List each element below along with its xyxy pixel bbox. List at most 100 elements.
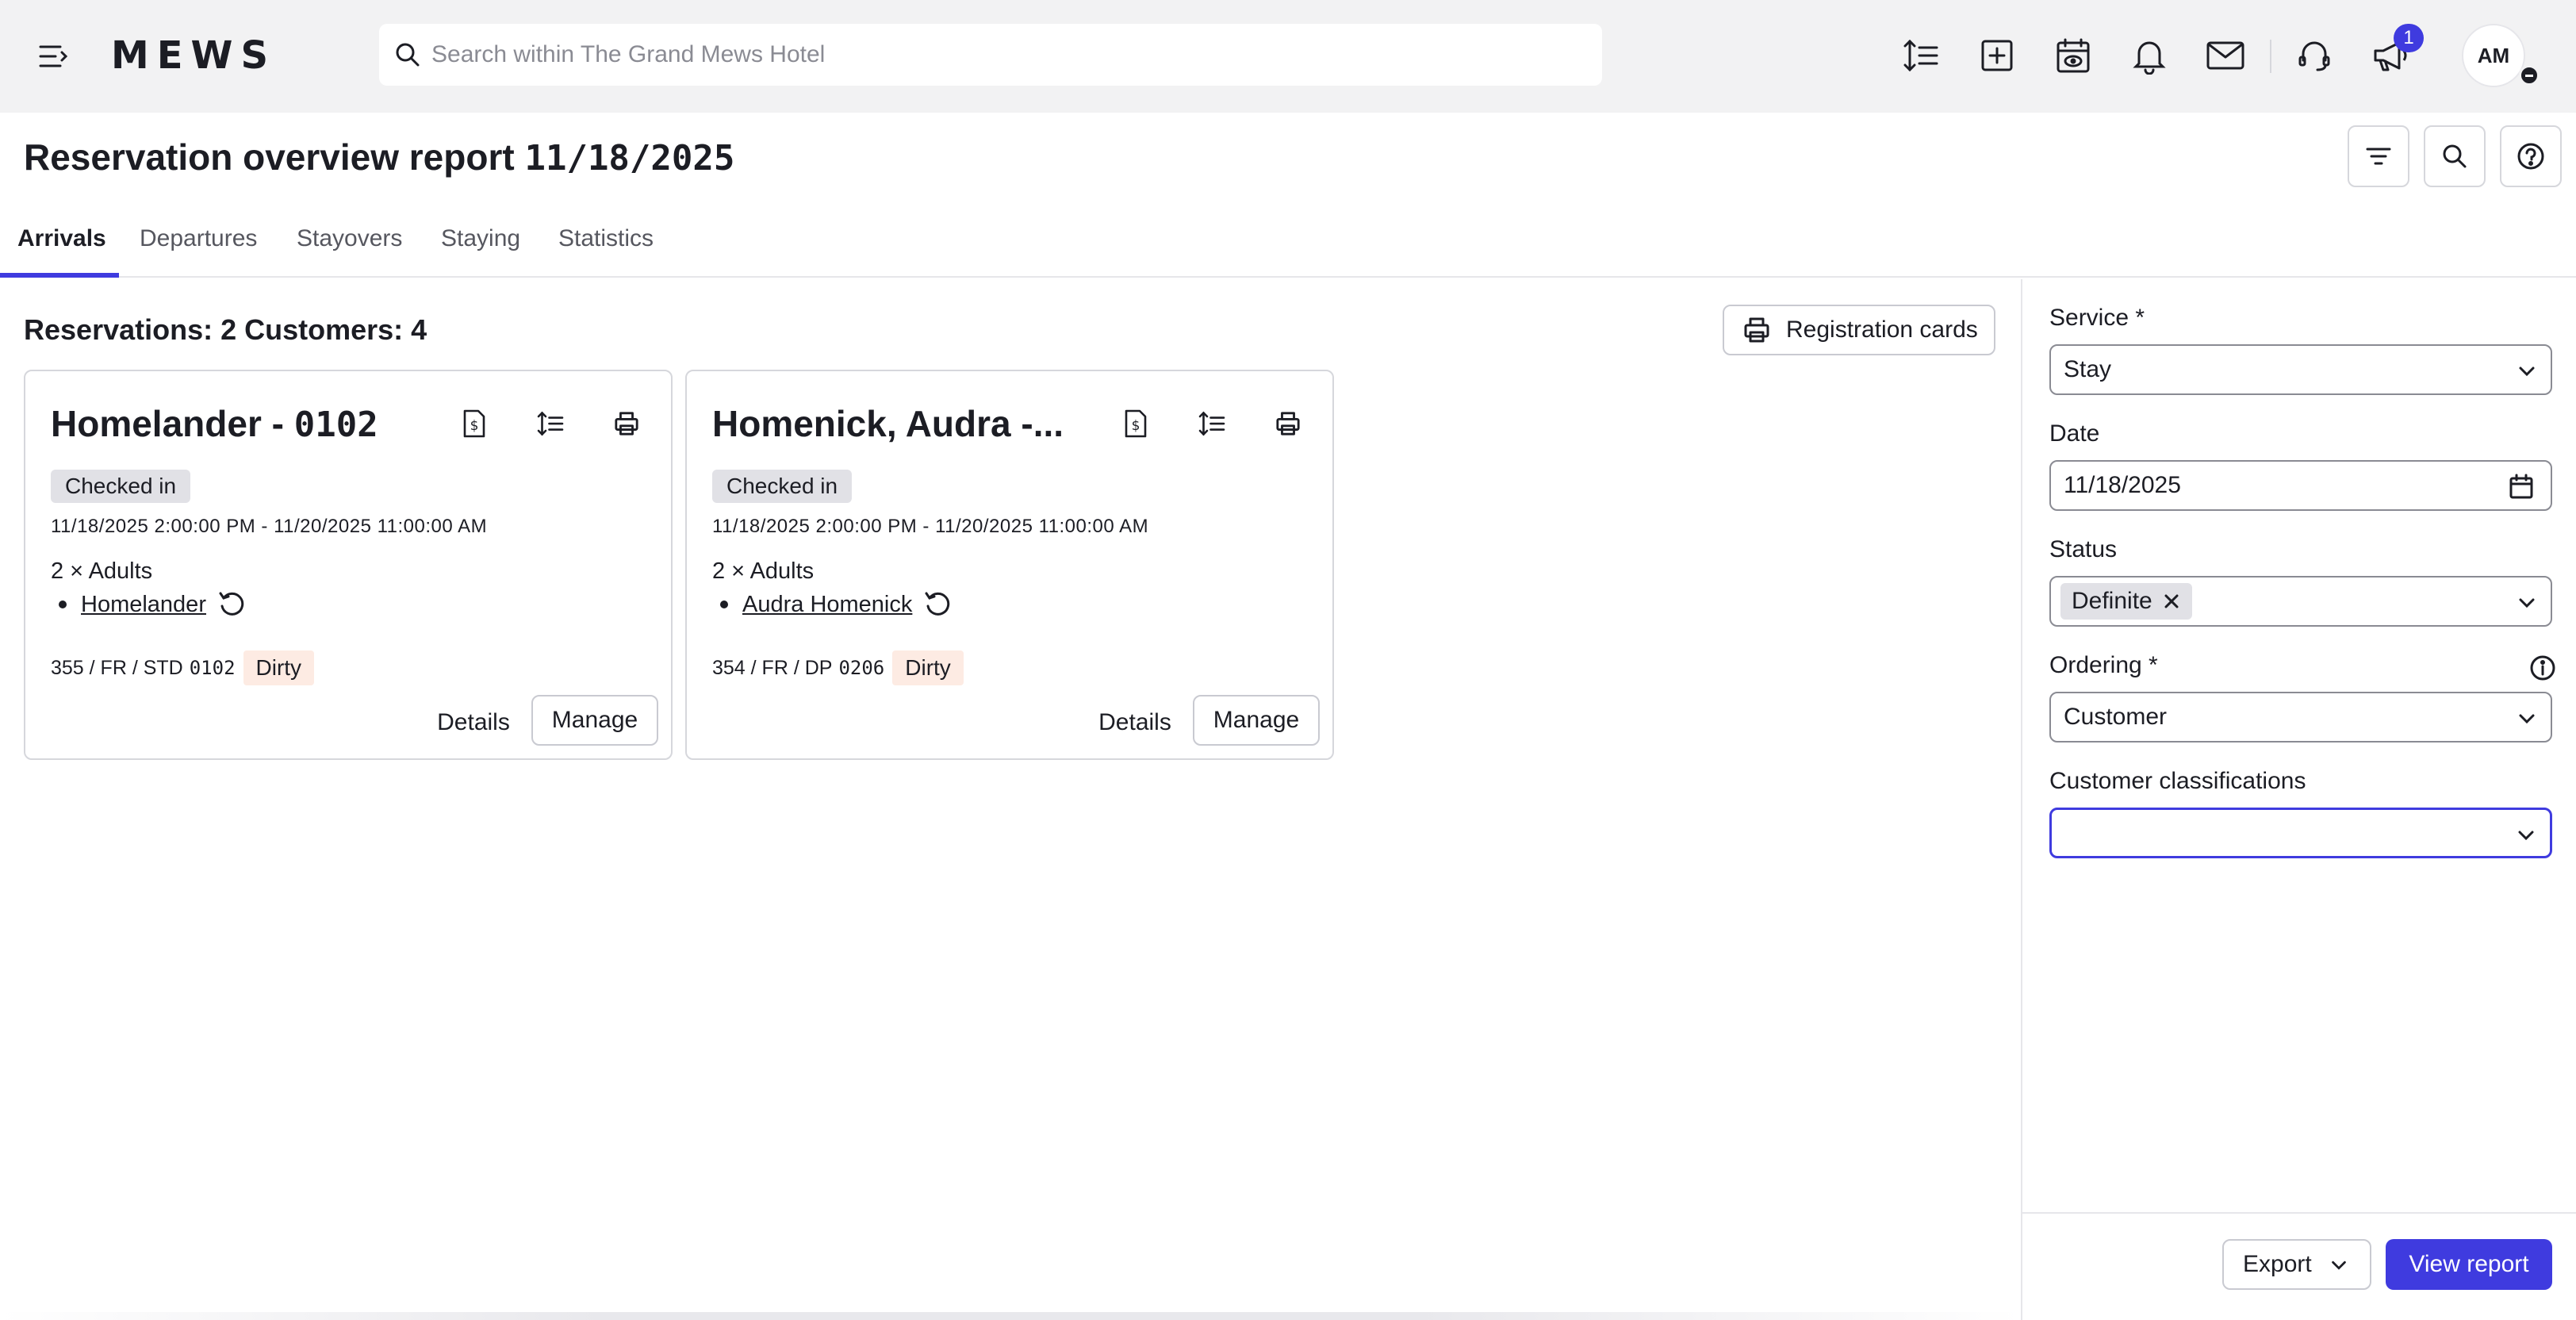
chevron-down-icon bbox=[2516, 592, 2538, 614]
service-value: Stay bbox=[2064, 356, 2112, 382]
ordering-label: Ordering * bbox=[2049, 652, 2158, 678]
service-label: Service * bbox=[2049, 305, 2145, 331]
room-category: 354 / FR / DP bbox=[712, 656, 833, 679]
sort-lines-icon[interactable] bbox=[1899, 33, 1943, 78]
search-icon bbox=[2441, 143, 2468, 170]
mews-logo[interactable]: MEWS bbox=[111, 32, 276, 79]
report-tabs: Arrivals Departures Stayovers Staying St… bbox=[0, 216, 2576, 278]
refresh-icon[interactable] bbox=[216, 589, 247, 620]
view-report-button[interactable]: View report bbox=[2386, 1239, 2552, 1290]
search-input[interactable] bbox=[431, 24, 1589, 86]
chevron-down-icon bbox=[2515, 824, 2537, 846]
refresh-icon[interactable] bbox=[922, 589, 953, 620]
tab-arrivals[interactable]: Arrivals bbox=[17, 216, 106, 278]
chevron-down-icon bbox=[2329, 1255, 2349, 1276]
support-icon[interactable] bbox=[2292, 33, 2336, 78]
global-search[interactable] bbox=[379, 24, 1602, 86]
card-title-name: Homelander - bbox=[51, 403, 294, 444]
room-info: 354 / FR / DP 0206 Dirty bbox=[712, 650, 964, 685]
customer-classifications-select[interactable] bbox=[2049, 808, 2552, 858]
top-bar: MEWS Search within The Grand Mews Hotel … bbox=[0, 0, 2576, 113]
details-button[interactable]: Details bbox=[1083, 706, 1186, 739]
active-tab-indicator bbox=[0, 273, 119, 278]
manage-button[interactable]: Manage bbox=[531, 695, 658, 746]
status-tag-label: Definite bbox=[2072, 588, 2152, 614]
card-title-room: 0102 bbox=[293, 405, 378, 445]
help-button[interactable] bbox=[2500, 125, 2562, 187]
sort-lines-icon[interactable] bbox=[1196, 408, 1228, 439]
horizontal-scrollbar[interactable] bbox=[0, 1312, 2021, 1320]
status-badge: Checked in bbox=[712, 470, 853, 503]
export-button[interactable]: Export bbox=[2222, 1239, 2371, 1290]
status-dnd-icon bbox=[2519, 65, 2540, 86]
status-tag: Definite bbox=[2060, 583, 2192, 620]
details-button[interactable]: Details bbox=[422, 706, 525, 739]
chevron-down-icon bbox=[2516, 360, 2538, 382]
card-title-name: Homenick, Audra -... bbox=[712, 403, 1064, 444]
housekeeping-badge: Dirty bbox=[243, 650, 315, 685]
reservations-summary: Reservations: 2 Customers: 4 bbox=[24, 313, 427, 346]
room-number: 0206 bbox=[838, 657, 885, 679]
tab-staying[interactable]: Staying bbox=[441, 216, 520, 278]
guest-name-link[interactable]: Homelander bbox=[81, 592, 206, 618]
status-badge: Checked in bbox=[51, 470, 191, 503]
search-report-button[interactable] bbox=[2424, 125, 2486, 187]
user-avatar[interactable]: AM bbox=[2462, 24, 2525, 87]
tab-departures[interactable]: Departures bbox=[140, 216, 257, 278]
calendar-view-icon[interactable] bbox=[2051, 33, 2095, 78]
manage-button[interactable]: Manage bbox=[1193, 695, 1320, 746]
panel-footer-divider bbox=[2022, 1212, 2576, 1214]
notification-badge: 1 bbox=[2394, 24, 2424, 52]
ordering-select[interactable]: Customer bbox=[2049, 692, 2552, 742]
ordering-value: Customer bbox=[2064, 704, 2168, 730]
svg-text:$: $ bbox=[470, 418, 479, 434]
card-title[interactable]: Homenick, Audra -... bbox=[712, 400, 1125, 449]
reservation-card: Homelander - 0102 $ Checked in 11/18/202… bbox=[24, 370, 673, 760]
status-multiselect[interactable]: Definite bbox=[2049, 576, 2552, 627]
guest-count: 2 × Adults bbox=[712, 558, 815, 584]
stay-dates: 11/18/2025 2:00:00 PM - 11/20/2025 11:00… bbox=[712, 516, 1149, 537]
printer-icon bbox=[1743, 317, 1770, 343]
guest-name-link[interactable]: Audra Homenick bbox=[742, 592, 912, 618]
date-value: 11/18/2025 bbox=[2064, 472, 2181, 498]
status-label: Status bbox=[2049, 536, 2118, 562]
service-select[interactable]: Stay bbox=[2049, 344, 2552, 395]
date-field[interactable]: 11/18/2025 bbox=[2049, 460, 2552, 511]
tab-stayovers[interactable]: Stayovers bbox=[297, 216, 402, 278]
printer-icon[interactable] bbox=[1272, 408, 1304, 439]
sort-lines-icon[interactable] bbox=[535, 408, 566, 439]
mail-icon[interactable] bbox=[2203, 33, 2248, 78]
room-category: 355 / FR / STD bbox=[51, 656, 183, 679]
room-number: 0102 bbox=[189, 657, 236, 679]
toolbar-divider bbox=[2270, 40, 2271, 73]
guest-list-item: Homelander bbox=[59, 589, 247, 620]
printer-icon[interactable] bbox=[611, 408, 642, 439]
filter-button[interactable] bbox=[2348, 125, 2409, 187]
billing-icon[interactable]: $ bbox=[458, 408, 490, 439]
export-label: Export bbox=[2243, 1251, 2312, 1277]
bell-icon[interactable] bbox=[2127, 33, 2172, 78]
svg-text:$: $ bbox=[1132, 418, 1140, 434]
customer-classifications-label: Customer classifications bbox=[2049, 768, 2306, 794]
search-icon bbox=[393, 40, 422, 69]
tab-statistics[interactable]: Statistics bbox=[558, 216, 654, 278]
registration-cards-button[interactable]: Registration cards bbox=[1723, 305, 1995, 355]
billing-icon[interactable]: $ bbox=[1120, 408, 1152, 439]
calendar-icon[interactable] bbox=[2508, 473, 2535, 500]
card-title[interactable]: Homelander - 0102 bbox=[51, 400, 463, 449]
reservation-card: Homenick, Audra -... $ Checked in 11/18/… bbox=[685, 370, 1334, 760]
page-title-text: Reservation overview report bbox=[24, 136, 515, 178]
help-icon bbox=[2517, 142, 2545, 171]
date-label: Date bbox=[2049, 420, 2100, 447]
page-title-date: 11/18/2025 bbox=[524, 138, 735, 178]
menu-toggle-icon[interactable] bbox=[35, 40, 71, 73]
guest-count: 2 × Adults bbox=[51, 558, 153, 584]
add-square-icon[interactable] bbox=[1975, 33, 2019, 78]
room-info: 355 / FR / STD 0102 Dirty bbox=[51, 650, 315, 685]
filter-icon bbox=[2365, 145, 2392, 167]
remove-tag-icon[interactable] bbox=[2162, 592, 2181, 611]
info-icon[interactable] bbox=[2528, 654, 2557, 682]
registration-cards-label: Registration cards bbox=[1786, 317, 1978, 343]
housekeeping-badge: Dirty bbox=[892, 650, 964, 685]
guest-list-item: Audra Homenick bbox=[720, 589, 953, 620]
